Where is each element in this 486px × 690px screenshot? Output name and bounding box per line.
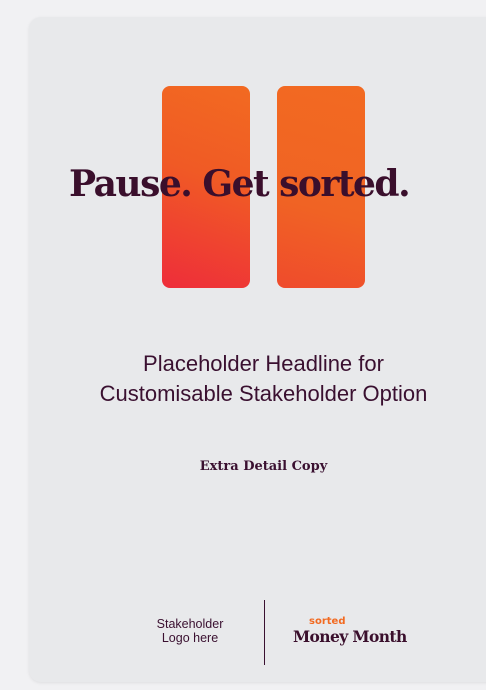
placeholder-headline: Placeholder Headline for Customisable St… [40,349,486,409]
extra-detail-copy: Extra Detail Copy [199,459,328,474]
footer-divider [264,600,265,665]
brand-small-text: sorted [309,616,346,627]
headline-line-2: Customisable Stakeholder Option [99,381,428,406]
stakeholder-logo-placeholder: Stakeholder Logo here [140,617,240,645]
stakeholder-line-2: Logo here [161,631,219,645]
page: Pause. Get sorted. Placeholder Headline … [0,0,486,690]
headline-line-1: Placeholder Headline for [143,351,384,376]
stakeholder-line-1: Stakeholder [156,617,224,631]
brand-main-text: Money Month [293,627,407,646]
hero-title: Pause. Get sorted. [69,163,411,205]
